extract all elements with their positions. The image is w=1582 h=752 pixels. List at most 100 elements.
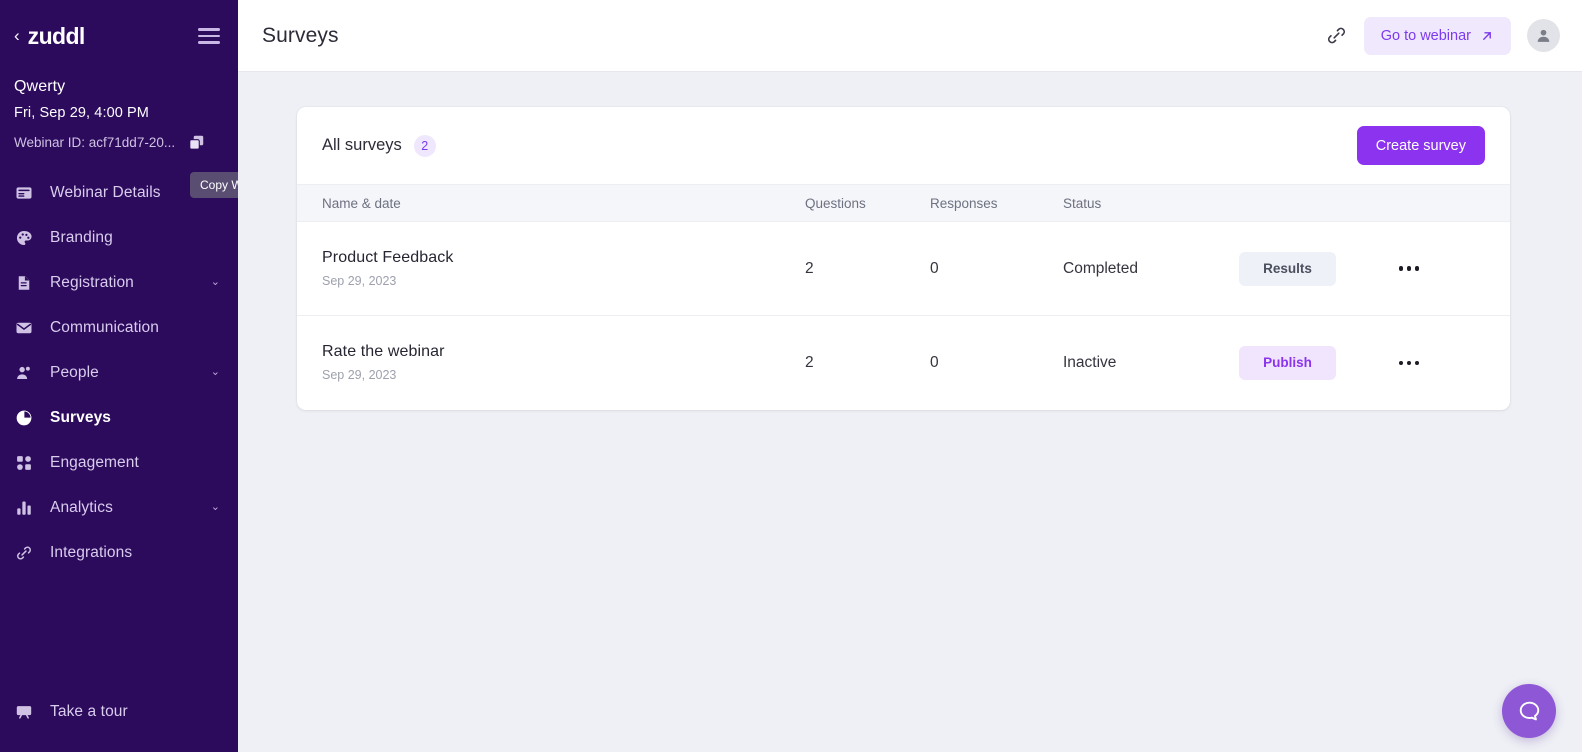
sidebar-item-branding[interactable]: Branding (0, 215, 238, 260)
user-avatar-icon[interactable] (1527, 19, 1560, 52)
more-horizontal-icon[interactable] (1389, 254, 1429, 284)
sidebar-item-label: People (50, 363, 99, 381)
table-row[interactable]: Rate the webinar Sep 29, 2023 2 0 Inacti… (297, 315, 1510, 410)
presentation-icon (14, 702, 33, 721)
surveys-table-head: Name & date Questions Responses Status (297, 184, 1510, 222)
col-header-questions: Questions (805, 195, 866, 211)
cell-more (1389, 222, 1510, 316)
webinar-date: Fri, Sep 29, 4:00 PM (14, 105, 149, 121)
cell-responses: 0 (930, 315, 1063, 410)
main-area: Surveys Go to webinar All surveys 2 Crea… (238, 0, 1582, 752)
surveys-card-header: All surveys 2 Create survey (297, 107, 1510, 184)
survey-name: Product Feedback (322, 249, 454, 266)
sidebar-item-analytics[interactable]: Analytics ⌄ (0, 485, 238, 530)
col-header-more (1389, 185, 1510, 222)
col-header-action (1239, 185, 1389, 222)
sidebar-header: ‹ zuddl (0, 0, 238, 72)
sidebar-item-label: Surveys (50, 408, 112, 426)
chat-bubble-icon (1519, 701, 1539, 720)
surveys-title-group: All surveys 2 (322, 134, 436, 157)
topbar-actions: Go to webinar (1325, 16, 1560, 55)
topbar: Surveys Go to webinar (238, 0, 1582, 72)
copy-webinar-id-tooltip: Copy Webinar ID (190, 172, 238, 199)
col-header-responses: Responses (930, 195, 998, 211)
sidebar-item-label: Communication (50, 318, 159, 336)
chevron-left-icon[interactable]: ‹ (14, 27, 20, 44)
surveys-card: All surveys 2 Create survey Name & date … (297, 107, 1510, 410)
create-survey-button[interactable]: Create survey (1356, 126, 1485, 165)
hamburger-menu-icon[interactable] (198, 28, 220, 44)
webinar-id-label: Webinar ID: acf71dd7-20... (14, 135, 176, 150)
results-button[interactable]: Results (1239, 251, 1336, 286)
sidebar-item-people[interactable]: People ⌄ (0, 350, 238, 395)
survey-date: Sep 29, 2023 (322, 368, 397, 383)
cell-responses: 0 (930, 222, 1063, 316)
surveys-table: Name & date Questions Responses Status P… (297, 184, 1510, 410)
logo-text: zuddl (27, 22, 86, 49)
palette-icon (14, 228, 33, 247)
cell-status: Inactive (1063, 315, 1239, 410)
sidebar-item-take-a-tour[interactable]: Take a tour (14, 689, 220, 734)
document-icon (14, 273, 33, 292)
cell-action: Publish (1239, 315, 1389, 410)
cell-questions: 2 (805, 222, 930, 316)
sidebar-item-label: Take a tour (50, 702, 128, 720)
surveys-table-body: Product Feedback Sep 29, 2023 2 0 Comple… (297, 222, 1510, 410)
sidebar-item-surveys[interactable]: Surveys (0, 395, 238, 440)
link-chain-icon (14, 543, 33, 562)
more-horizontal-icon[interactable] (1389, 348, 1429, 378)
cell-name: Product Feedback Sep 29, 2023 (297, 222, 805, 316)
content-area: All surveys 2 Create survey Name & date … (238, 72, 1582, 752)
questions-value: 2 (805, 353, 814, 371)
publish-button[interactable]: Publish (1239, 345, 1336, 380)
sidebar-item-label: Analytics (50, 498, 113, 516)
sidebar-item-label: Branding (50, 228, 113, 246)
sidebar-nav: Webinar Details Branding Registration ⌄ (0, 170, 238, 689)
go-to-webinar-button[interactable]: Go to webinar (1363, 16, 1511, 55)
envelope-icon (14, 318, 33, 337)
webinar-id-row: Webinar ID: acf71dd7-20... (14, 133, 224, 152)
col-header-name: Name & date (322, 195, 401, 211)
col-header-status: Status (1063, 195, 1102, 211)
cell-action: Results (1239, 222, 1389, 316)
webinar-name: Qwerty (14, 78, 66, 95)
help-chat-button[interactable] (1502, 684, 1556, 738)
sidebar-item-registration[interactable]: Registration ⌄ (0, 260, 238, 305)
bar-chart-icon (14, 498, 33, 517)
cell-name: Rate the webinar Sep 29, 2023 (297, 315, 805, 410)
table-header-row: Name & date Questions Responses Status (297, 184, 1510, 222)
people-icon (14, 363, 33, 382)
sidebar-item-communication[interactable]: Communication (0, 305, 238, 350)
sidebar: ‹ zuddl Qwerty Fri, Sep 29, 4:00 PM Webi… (0, 0, 238, 752)
cell-status: Completed (1063, 222, 1239, 316)
go-to-webinar-label: Go to webinar (1380, 27, 1471, 44)
arrow-up-right-icon (1483, 31, 1491, 40)
status-badge: Inactive (1063, 353, 1117, 371)
webinar-meta: Qwerty Fri, Sep 29, 4:00 PM Webinar ID: … (0, 72, 238, 152)
table-row[interactable]: Product Feedback Sep 29, 2023 2 0 Comple… (297, 222, 1510, 316)
surveys-title: All surveys (322, 136, 402, 154)
sidebar-item-integrations[interactable]: Integrations (0, 530, 238, 575)
pie-chart-icon (14, 408, 33, 427)
sidebar-item-label: Engagement (50, 453, 139, 471)
sidebar-item-engagement[interactable]: Engagement (0, 440, 238, 485)
sidebar-item-label: Registration (50, 273, 134, 291)
brand-logo[interactable]: ‹ zuddl (14, 23, 85, 50)
sidebar-item-label: Integrations (50, 543, 133, 561)
survey-name: Rate the webinar (322, 343, 445, 361)
cell-more (1389, 315, 1510, 410)
webinar-details-icon (14, 183, 33, 202)
link-chain-icon[interactable] (1325, 24, 1348, 47)
surveys-count-badge: 2 (413, 134, 436, 157)
sidebar-footer: Take a tour (0, 689, 238, 752)
questions-value: 2 (805, 259, 814, 277)
responses-value: 0 (930, 259, 939, 277)
cell-questions: 2 (805, 315, 930, 410)
survey-date: Sep 29, 2023 (322, 274, 397, 288)
copy-icon[interactable] (187, 133, 206, 152)
status-badge: Completed (1063, 259, 1138, 277)
responses-value: 0 (930, 353, 939, 371)
grid-icon (14, 453, 33, 472)
chevron-down-icon: ⌄ (210, 501, 220, 513)
page-title: Surveys (262, 23, 339, 47)
